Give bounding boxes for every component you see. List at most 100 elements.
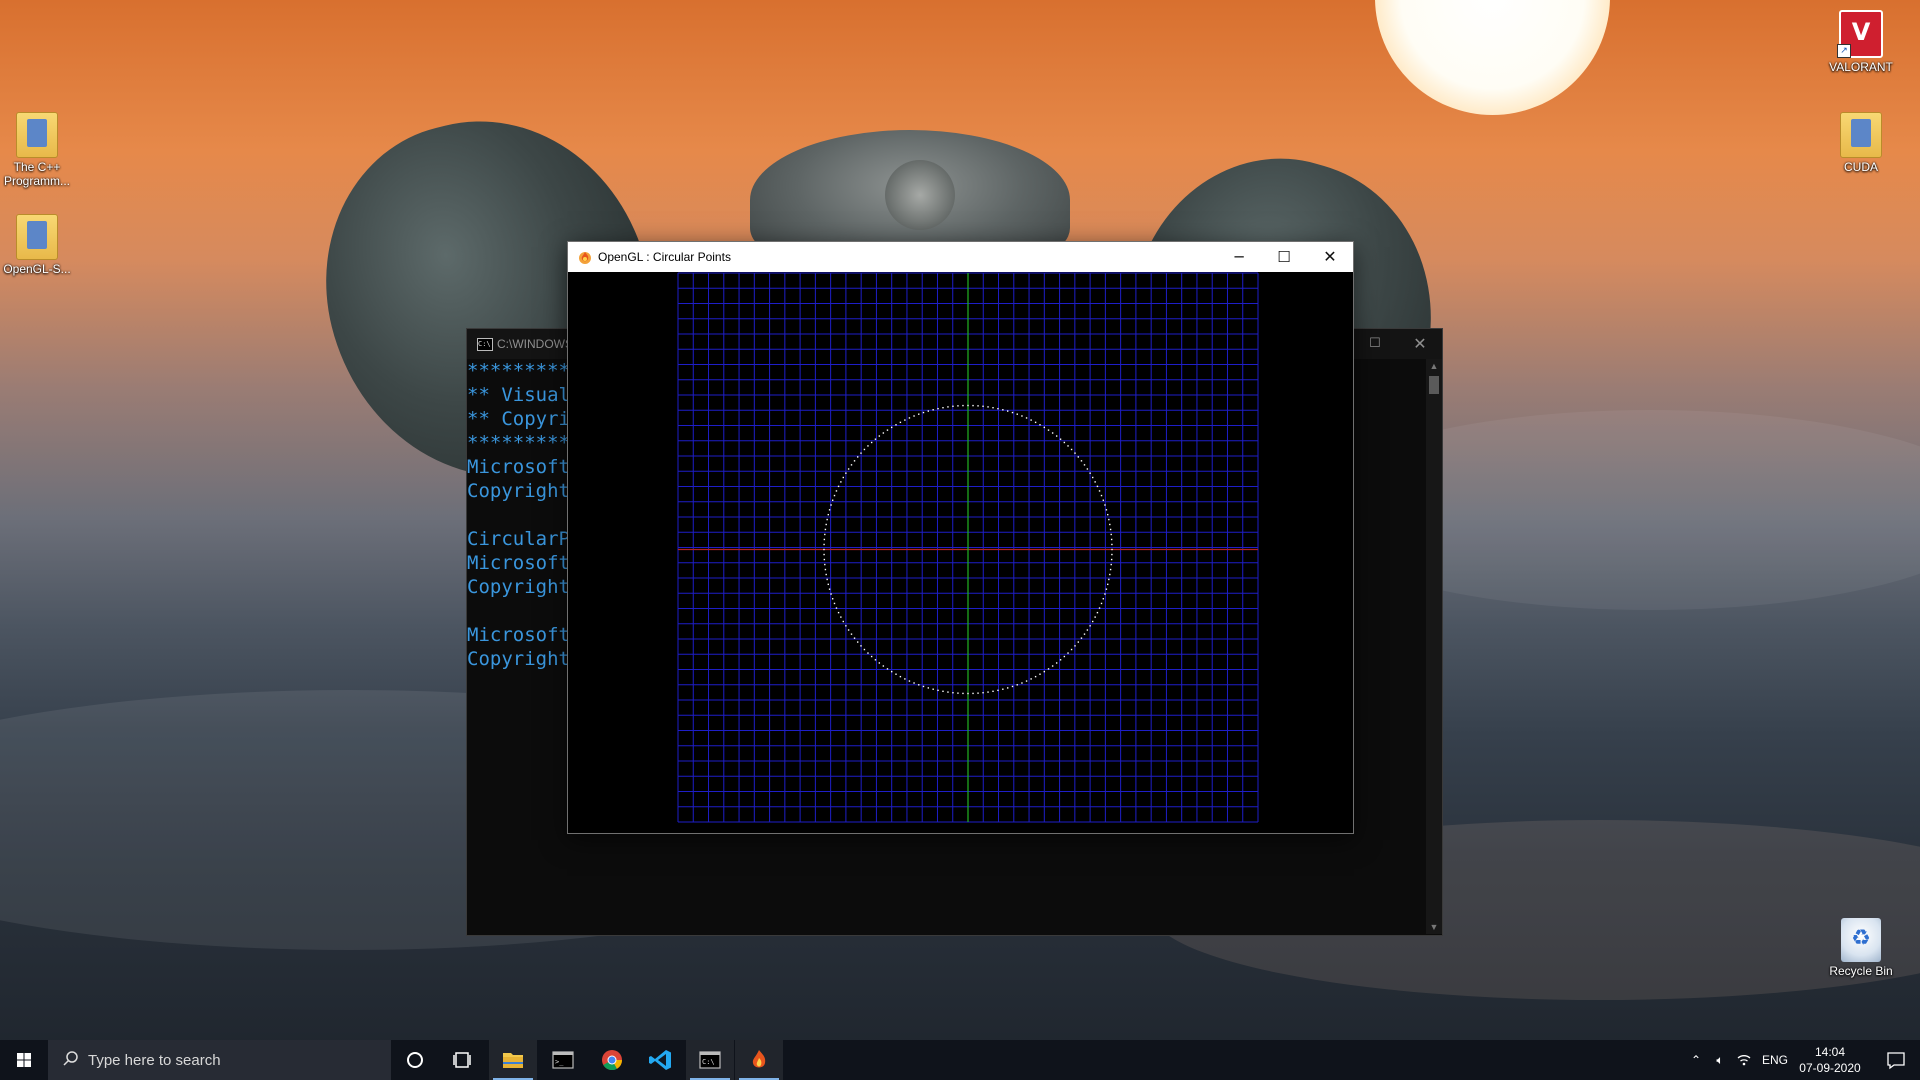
maximize-button[interactable]: ☐: [1261, 242, 1307, 272]
circle-point: [860, 452, 862, 454]
taskbar-vscode[interactable]: [637, 1040, 685, 1080]
circle-point: [1016, 413, 1018, 415]
circle-point: [962, 404, 964, 407]
desktop-icon-cpp-book[interactable]: The C++ Programm...: [0, 112, 77, 188]
circle-point: [835, 607, 838, 609]
circle-point: [886, 429, 889, 431]
circle-point: [1051, 665, 1054, 667]
desktop-icon-label: Recycle Bin: [1829, 964, 1893, 978]
circle-point: [1051, 432, 1054, 434]
circle-point: [952, 405, 954, 407]
circle-point: [1011, 411, 1014, 414]
circle-point: [853, 460, 856, 462]
circle-point: [1104, 593, 1106, 595]
scroll-down-arrow-icon[interactable]: ▼: [1428, 922, 1440, 932]
minimize-button[interactable]: ─: [1216, 242, 1262, 272]
circle-point: [833, 494, 836, 497]
desktop-icon-label: CUDA: [1843, 160, 1878, 174]
circle-point: [913, 415, 915, 417]
circle-point: [987, 406, 989, 408]
opengl-titlebar[interactable]: OpenGL : Circular Points ─ ☐ ✕: [568, 242, 1353, 272]
volume-icon[interactable]: 🔈︎: [1708, 1040, 1732, 1080]
clock[interactable]: 14:04 07-09-2020: [1790, 1044, 1870, 1076]
task-view-button[interactable]: [439, 1040, 487, 1080]
circle-point: [1104, 504, 1106, 506]
circle-point: [1016, 684, 1018, 686]
circle-point: [1077, 641, 1080, 643]
taskbar-file-explorer[interactable]: [489, 1040, 537, 1080]
circle-point: [972, 692, 974, 695]
circle-point: [1055, 435, 1058, 437]
show-hidden-icons-chevron-up-icon[interactable]: ⌃: [1684, 1040, 1708, 1080]
circle-point: [942, 690, 944, 693]
circle-point: [831, 598, 834, 600]
circle-point: [1047, 429, 1050, 431]
circle-point: [823, 553, 825, 556]
taskbar-terminal[interactable]: >_: [539, 1040, 587, 1080]
circle-point: [1063, 655, 1066, 658]
circle-point: [947, 406, 949, 408]
cortana-button[interactable]: [391, 1040, 439, 1080]
desktop-icon-valorant[interactable]: ↗ VALORANT: [1821, 10, 1901, 74]
circle-point: [874, 659, 877, 661]
circle-point: [833, 602, 836, 605]
windows-logo-icon: [17, 1053, 31, 1067]
circle-point: [982, 692, 984, 694]
circle-point: [947, 691, 949, 693]
wifi-icon[interactable]: [1732, 1040, 1756, 1080]
circle-point: [827, 513, 829, 516]
circle-point: [1006, 687, 1009, 689]
desktop-icon-cuda[interactable]: CUDA: [1821, 112, 1901, 174]
circle-point: [1034, 675, 1037, 678]
taskbar-command-prompt[interactable]: C:\: [686, 1040, 734, 1080]
desktop-icon-opengl[interactable]: OpenGL-S...: [0, 214, 77, 276]
circle-point: [937, 689, 939, 692]
search-box[interactable]: Type here to search: [48, 1040, 391, 1080]
circle-point: [831, 499, 834, 501]
circle-point: [824, 568, 827, 571]
scroll-thumb[interactable]: [1429, 376, 1439, 394]
maximize-button[interactable]: ☐: [1366, 335, 1384, 353]
console-scrollbar[interactable]: ▲ ▼: [1426, 359, 1442, 934]
close-button[interactable]: ✕: [1307, 242, 1353, 272]
circle-point: [1111, 543, 1113, 546]
circle-point: [967, 404, 969, 407]
circle-point: [1039, 673, 1041, 675]
desktop-icon-recycle-bin[interactable]: Recycle Bin: [1821, 918, 1901, 978]
wallpaper-sun: [1375, 0, 1610, 115]
circle-point: [1002, 409, 1004, 411]
circle-point: [908, 680, 911, 682]
taskbar-opengl-app[interactable]: [735, 1040, 783, 1080]
close-button[interactable]: ✕: [1411, 334, 1429, 353]
circle-point: [1006, 410, 1009, 412]
canvas-background: [568, 272, 1353, 832]
circle-point: [1083, 633, 1086, 635]
start-button[interactable]: [0, 1040, 48, 1080]
circle-point: [826, 578, 828, 581]
circle-point: [908, 417, 911, 419]
taskbar-chrome[interactable]: [588, 1040, 636, 1080]
terminal-icon: C:\: [699, 1051, 721, 1069]
circle-point: [1067, 652, 1069, 654]
chrome-icon: [602, 1050, 623, 1071]
circle-point: [870, 441, 873, 444]
opengl-window[interactable]: OpenGL : Circular Points ─ ☐ ✕: [567, 241, 1354, 834]
circle-point: [860, 645, 862, 647]
circle-point: [830, 504, 832, 506]
circle-point: [977, 692, 979, 694]
language-indicator[interactable]: ENG: [1758, 1040, 1792, 1080]
action-center-button[interactable]: [1872, 1040, 1920, 1080]
circle-point: [957, 405, 959, 407]
circle-point: [1025, 680, 1028, 682]
folder-icon: [503, 1053, 523, 1068]
circle-point: [824, 533, 826, 536]
circle-point: [825, 523, 827, 526]
circle-point: [1074, 645, 1076, 647]
opengl-render-canvas[interactable]: [568, 272, 1353, 832]
circle-point: [1109, 528, 1112, 531]
scroll-up-arrow-icon[interactable]: ▲: [1428, 361, 1440, 371]
circle-point: [853, 637, 856, 639]
circle-point: [1030, 419, 1032, 421]
circle-point: [824, 563, 826, 566]
circle-point: [1030, 678, 1032, 680]
